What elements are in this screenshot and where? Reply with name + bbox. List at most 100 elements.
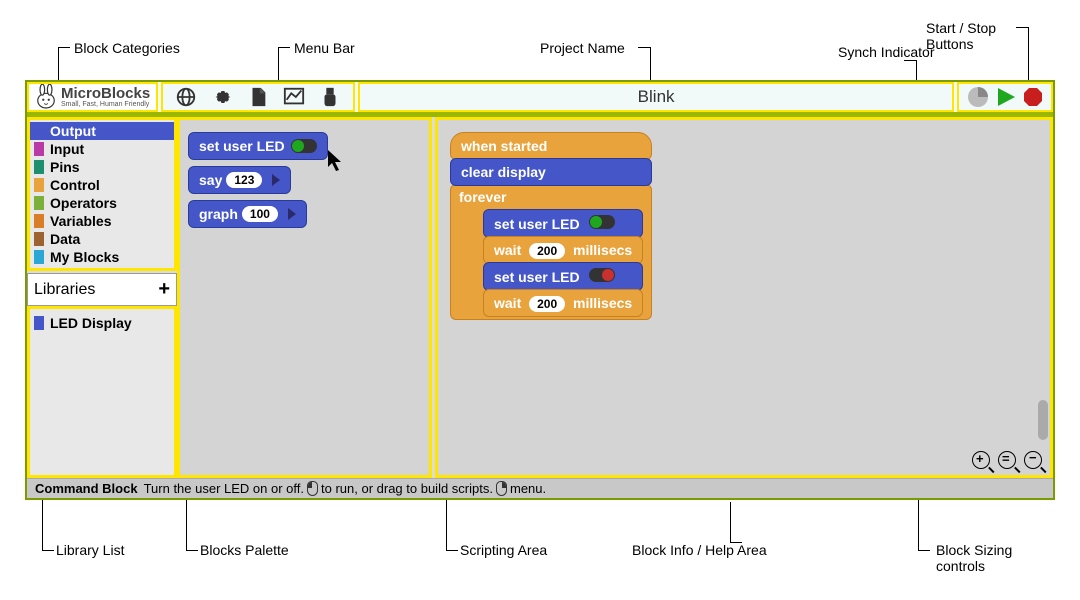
callout-line — [278, 47, 290, 48]
swatch — [34, 316, 44, 330]
toggle-off[interactable] — [589, 268, 615, 282]
help-text: to run, or drag to build scripts. — [321, 481, 493, 496]
block-label: set user LED — [199, 138, 285, 154]
category-label: Pins — [50, 159, 80, 175]
callout-line — [730, 542, 742, 543]
bunny-icon — [35, 84, 57, 110]
file-icon[interactable] — [247, 86, 269, 108]
block-set-user-led-on[interactable]: set user LED — [483, 209, 643, 238]
logo[interactable]: MicroBlocks Small, Fast, Human Friendly — [27, 82, 158, 112]
menu-bar — [161, 82, 355, 112]
category-data[interactable]: Data — [30, 230, 174, 248]
callout-line — [1016, 27, 1028, 28]
expand-icon[interactable] — [288, 208, 296, 220]
start-button[interactable] — [995, 86, 1017, 108]
block-label: set user LED — [494, 269, 580, 285]
block-when-started[interactable]: when started — [450, 132, 652, 160]
block-label: when started — [461, 138, 547, 154]
swatch — [34, 250, 44, 264]
script-stack[interactable]: when started clear display forever set u… — [450, 132, 652, 318]
category-label: My Blocks — [50, 249, 119, 265]
scrollbar-thumb[interactable] — [1038, 400, 1048, 440]
category-label: Input — [50, 141, 84, 157]
category-operators[interactable]: Operators — [30, 194, 174, 212]
block-value[interactable]: 200 — [529, 296, 565, 312]
block-set-user-led-off[interactable]: set user LED — [483, 262, 643, 291]
logo-title: MicroBlocks — [61, 86, 150, 101]
sync-indicator-icon — [967, 86, 989, 108]
toggle-on[interactable] — [589, 215, 615, 229]
callout-line — [730, 502, 731, 542]
project-name: Blink — [358, 82, 954, 112]
callout-line — [904, 60, 916, 61]
expand-icon[interactable] — [272, 174, 280, 186]
block-graph[interactable]: graph 100 — [188, 200, 307, 228]
scripting-area[interactable]: when started clear display forever set u… — [435, 117, 1053, 478]
swatch — [34, 142, 44, 156]
app-frame: MicroBlocks Small, Fast, Human Friendly … — [25, 80, 1055, 500]
help-title: Command Block — [35, 481, 138, 496]
libraries-header: Libraries + — [27, 273, 177, 306]
help-text: menu. — [510, 481, 546, 496]
category-output[interactable]: Output — [30, 122, 174, 140]
block-label: wait — [494, 295, 521, 311]
callout-scripting-area: Scripting Area — [460, 542, 547, 558]
globe-icon[interactable] — [175, 86, 197, 108]
blocks-palette[interactable]: set user LED say 123 graph 100 — [177, 117, 432, 478]
category-label: Output — [50, 123, 96, 139]
swatch — [34, 124, 44, 138]
sidebar: Output Input Pins Control Operators Vari… — [27, 117, 177, 478]
gear-icon[interactable] — [211, 86, 233, 108]
forever-body: set user LED wait 200 millisecs set user… — [467, 209, 643, 317]
libraries-label: Libraries — [34, 281, 95, 299]
zoom-controls — [972, 451, 1042, 469]
callout-start-stop: Start / Stop Buttons — [926, 20, 1026, 52]
callout-block-categories: Block Categories — [74, 40, 180, 56]
callout-blocks-palette: Blocks Palette — [200, 542, 289, 558]
libraries-list: LED Display — [27, 306, 177, 478]
block-label: forever — [459, 189, 506, 205]
block-label: wait — [494, 242, 521, 258]
zoom-reset-button[interactable] — [998, 451, 1016, 469]
usb-icon[interactable] — [319, 86, 341, 108]
category-variables[interactable]: Variables — [30, 212, 174, 230]
block-wait-1[interactable]: wait 200 millisecs — [483, 236, 643, 264]
category-label: Data — [50, 231, 80, 247]
category-control[interactable]: Control — [30, 176, 174, 194]
block-value[interactable]: 100 — [242, 206, 278, 222]
category-input[interactable]: Input — [30, 140, 174, 158]
category-label: Control — [50, 177, 100, 193]
swatch — [34, 232, 44, 246]
block-forever[interactable]: forever set user LED wait 200 millisecs — [450, 184, 652, 320]
block-value[interactable]: 200 — [529, 243, 565, 259]
block-set-user-led[interactable]: set user LED — [188, 132, 328, 160]
toggle-on[interactable] — [291, 139, 317, 153]
callout-project-name: Project Name — [540, 40, 625, 56]
category-myblocks[interactable]: My Blocks — [30, 248, 174, 266]
callout-line — [58, 47, 70, 48]
block-unit: millisecs — [573, 295, 632, 311]
stop-button[interactable] — [1023, 87, 1043, 107]
callout-block-sizing: Block Sizing controls — [936, 542, 1046, 574]
graph-icon[interactable] — [283, 86, 305, 108]
block-clear-display[interactable]: clear display — [450, 158, 652, 186]
help-text: Turn the user LED on or off. — [144, 481, 304, 496]
run-controls — [957, 82, 1053, 112]
swatch — [34, 214, 44, 228]
library-label: LED Display — [50, 315, 132, 331]
block-wait-2[interactable]: wait 200 millisecs — [483, 289, 643, 317]
block-value[interactable]: 123 — [226, 172, 262, 188]
callout-line — [1028, 27, 1029, 87]
block-say[interactable]: say 123 — [188, 166, 291, 194]
category-pins[interactable]: Pins — [30, 158, 174, 176]
library-item[interactable]: LED Display — [34, 313, 170, 333]
zoom-out-button[interactable] — [1024, 451, 1042, 469]
callout-menu-bar: Menu Bar — [294, 40, 355, 56]
callout-synch: Synch Indicator — [838, 44, 935, 60]
callout-line — [186, 550, 198, 551]
callout-line — [918, 550, 930, 551]
add-library-button[interactable]: + — [158, 278, 170, 301]
zoom-in-button[interactable] — [972, 451, 990, 469]
category-label: Variables — [50, 213, 112, 229]
block-label: set user LED — [494, 216, 580, 232]
